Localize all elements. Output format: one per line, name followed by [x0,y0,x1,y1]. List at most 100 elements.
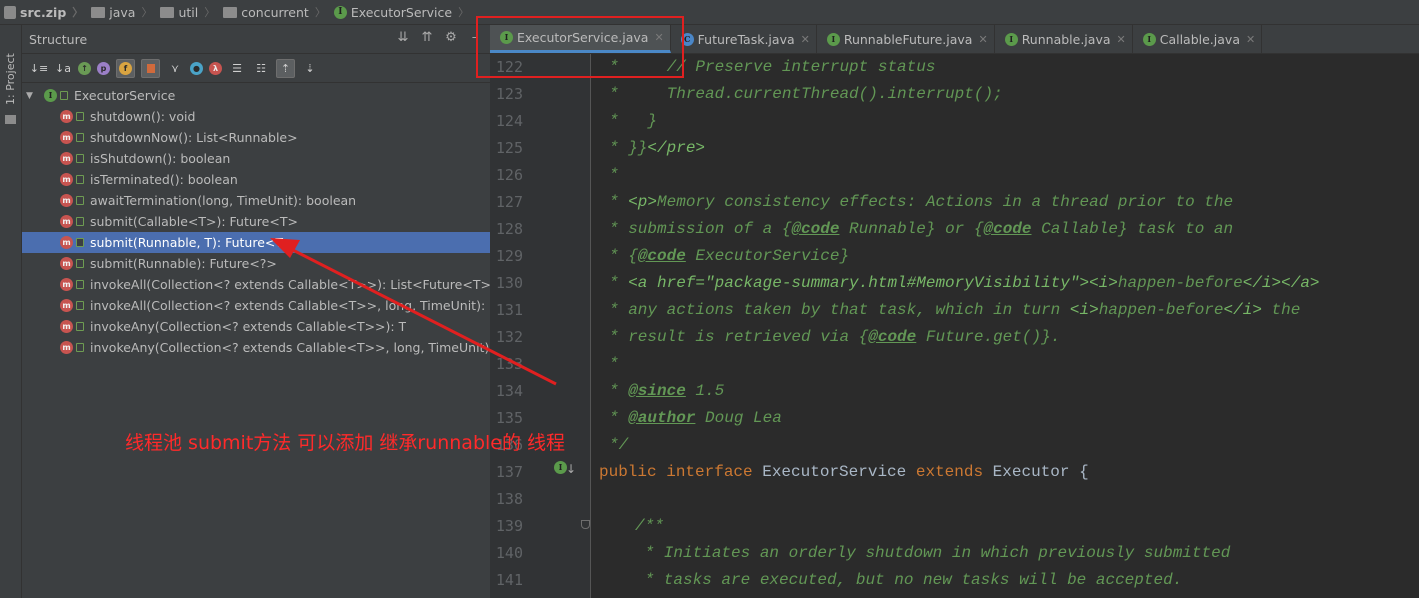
code-line: * Initiates an orderly shutdown in which… [635,544,1231,562]
method-icon: m [60,173,73,186]
method-icon: m [60,110,73,123]
annotation-text: 线程池 submit方法 可以添加 继承runnable的 线程 [125,432,566,454]
method-icon: m [60,299,73,312]
public-lock-icon [76,154,84,163]
tree-item-invokeany-timeout[interactable]: m invokeAny(Collection<? extends Callable… [22,337,490,358]
show-fields-button[interactable]: f [116,58,135,78]
line-number: 134 [495,382,523,400]
code-line: * submission of a {@code Runnable} or {@… [609,220,1234,238]
tab-futuretask[interactable]: C FutureTask.java ✕ [671,25,817,53]
breadcrumb: src.zip 〉 java 〉 util 〉 concurrent 〉 I E… [0,0,1419,25]
public-lock-icon [76,112,84,121]
autoscroll-to-source-button[interactable]: ⇡ [276,58,295,78]
line-number: 122 [495,58,523,76]
lock-icon [146,63,155,73]
tree-item-submit-callable[interactable]: m submit(Callable<T>): Future<T> [22,211,490,232]
tab-runnablefuture[interactable]: I RunnableFuture.java ✕ [817,25,995,53]
code-line: * @since 1.5 [609,382,725,400]
chevron-right-icon: 〉 [141,6,153,19]
code-line: * result is retrieved via {@code Future.… [609,328,1061,346]
method-icon: m [60,341,73,354]
collapse-icon[interactable]: ☷ [252,59,270,77]
close-icon[interactable]: ✕ [1117,33,1126,46]
project-tool-button[interactable]: 1: Project [4,53,17,105]
chevron-right-icon: 〉 [72,6,84,19]
expand-icon[interactable]: ☰ [228,59,246,77]
tree-item-isterminated[interactable]: m isTerminated(): boolean [22,169,490,190]
tab-runnable[interactable]: I Runnable.java ✕ [995,25,1133,53]
tree-root[interactable]: ▼ I ExecutorService [22,85,490,106]
line-number: 140 [495,544,523,562]
breadcrumb-item-concurrent[interactable]: concurrent 〉 [219,0,330,24]
interface-icon: I [826,32,840,46]
method-icon: m [60,257,73,270]
structure-toolbar: ↓≡ ↓a ↑ p f ⋎ ● λ ☰ ☷ ⇡ ⇣ [22,54,490,83]
method-icon: m [60,236,73,249]
collapse-all-icon[interactable]: ⇈ [420,31,434,45]
code-line: * [609,166,619,184]
folder-icon [91,6,106,18]
class-icon: C [680,32,694,46]
show-anonymous-icon[interactable]: ⋎ [166,59,184,77]
chevron-right-icon: 〉 [204,6,216,19]
method-icon: m [60,131,73,144]
close-icon[interactable]: ✕ [801,33,810,46]
tree-item-shutdown[interactable]: m shutdown(): void [22,106,490,127]
show-non-public-button[interactable] [141,58,160,78]
breadcrumb-item-java[interactable]: java 〉 [87,0,156,24]
tree-item-awaittermination[interactable]: m awaitTermination(long, TimeUnit): boole… [22,190,490,211]
show-interfaces-icon[interactable]: ● [190,61,203,75]
structure-tree: ▼ I ExecutorService m shutdown(): void ms… [22,83,490,358]
tab-callable[interactable]: I Callable.java ✕ [1133,25,1263,53]
breadcrumb-item-util[interactable]: util 〉 [156,0,219,24]
folder-icon [5,115,16,124]
show-properties-icon[interactable]: p [97,61,110,75]
method-icon: m [60,320,73,333]
expand-all-icon[interactable]: ⇊ [396,31,410,45]
gear-icon[interactable]: ⚙ [444,31,458,45]
tree-item-invokeany[interactable]: m invokeAny(Collection<? extends Callable… [22,316,490,337]
tree-item-shutdownnow[interactable]: m shutdownNow(): List<Runnable> [22,127,490,148]
sort-alphabetically-icon[interactable]: ↓a [54,59,72,77]
interface-icon: I [1142,32,1156,46]
folder-icon [223,6,238,18]
tree-item-invokeall[interactable]: m invokeAll(Collection<? extends Callable… [22,274,490,295]
close-icon[interactable]: ✕ [654,31,663,44]
tree-item-submit-runnable[interactable]: m submit(Runnable): Future<?> [22,253,490,274]
editor-gutter: 122 123 124 125 126 127 128 129 130 131 … [490,54,591,598]
public-lock-icon [76,133,84,142]
line-number: 123 [495,85,523,103]
public-lock-icon [76,238,84,247]
line-number: 125 [495,139,523,157]
public-lock-icon [76,301,84,310]
autoscroll-from-source-icon[interactable]: ⇣ [301,59,319,77]
interface-icon: I [333,5,347,19]
code-line: * <p>Memory consistency effects: Actions… [609,193,1234,211]
chevron-down-icon[interactable]: ▼ [26,91,38,101]
line-number: 128 [495,220,523,238]
structure-panel: Structure ⇊ ⇈ ⚙ – ↓≡ ↓a ↑ p f ⋎ ● λ ☰ ☷ … [22,25,490,598]
line-number: 139 [495,517,523,535]
code-line: /** [635,517,664,535]
breadcrumb-item-executorservice[interactable]: I ExecutorService 〉 [330,0,473,24]
interface-icon: I [500,31,513,44]
line-number: 133 [495,355,523,373]
tree-item-invokeall-timeout[interactable]: m invokeAll(Collection<? extends Callable… [22,295,490,316]
code-editor[interactable]: * // Preserve interrupt status * Thread.… [591,54,1419,598]
code-line: * tasks are executed, but no new tasks w… [635,571,1183,589]
hide-icon[interactable]: – [468,31,482,45]
show-lambdas-icon[interactable]: λ [209,61,222,75]
line-number: 132 [495,328,523,346]
tree-item-isshutdown[interactable]: m isShutdown(): boolean [22,148,490,169]
tree-item-submit-runnable-t[interactable]: m submit(Runnable, T): Future<T> [22,232,490,253]
tab-executorservice[interactable]: I ExecutorService.java ✕ [490,25,671,53]
code-line: * [609,355,619,373]
show-inherited-icon[interactable]: ↑ [78,61,91,75]
fold-marker-icon[interactable] [581,520,590,529]
panel-title: Structure [29,31,88,47]
breadcrumb-item-src-zip[interactable]: src.zip 〉 [0,0,87,24]
close-icon[interactable]: ✕ [978,33,987,46]
sort-by-type-icon[interactable]: ↓≡ [30,59,48,77]
method-icon: m [60,215,73,228]
close-icon[interactable]: ✕ [1246,33,1255,46]
